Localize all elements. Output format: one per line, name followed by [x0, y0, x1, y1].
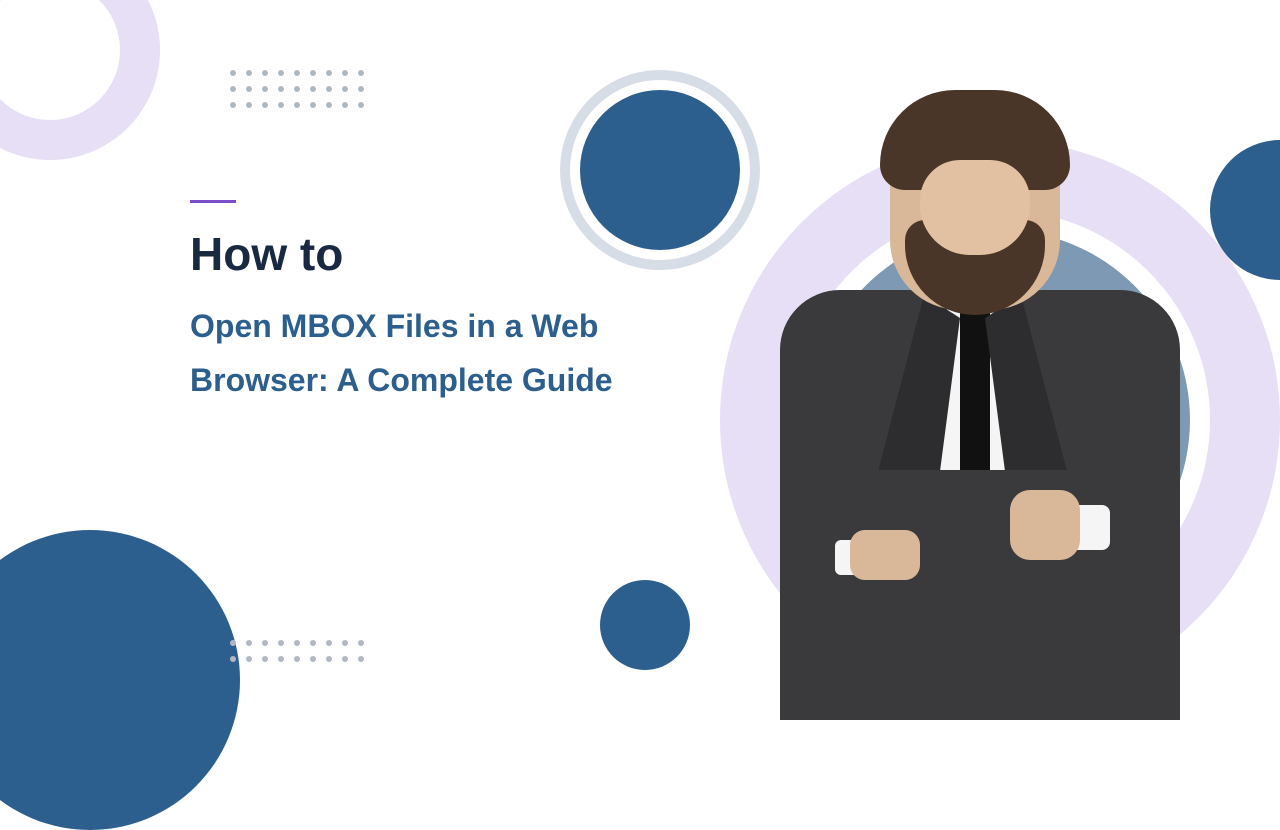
- circle-small-decoration: [600, 580, 690, 670]
- ring-top-left-decoration: [0, 0, 160, 160]
- accent-line-decoration: [190, 200, 236, 203]
- circle-bottom-left-decoration: [0, 530, 240, 830]
- heading-lead: How to: [190, 227, 710, 281]
- dot-grid-top-decoration: [230, 70, 364, 108]
- dot-grid-bottom-decoration: [230, 640, 364, 662]
- title-block: How to Open MBOX Files in a Web Browser:…: [190, 200, 710, 408]
- person-illustration: [760, 90, 1200, 720]
- heading-main: Open MBOX Files in a Web Browser: A Comp…: [190, 299, 710, 408]
